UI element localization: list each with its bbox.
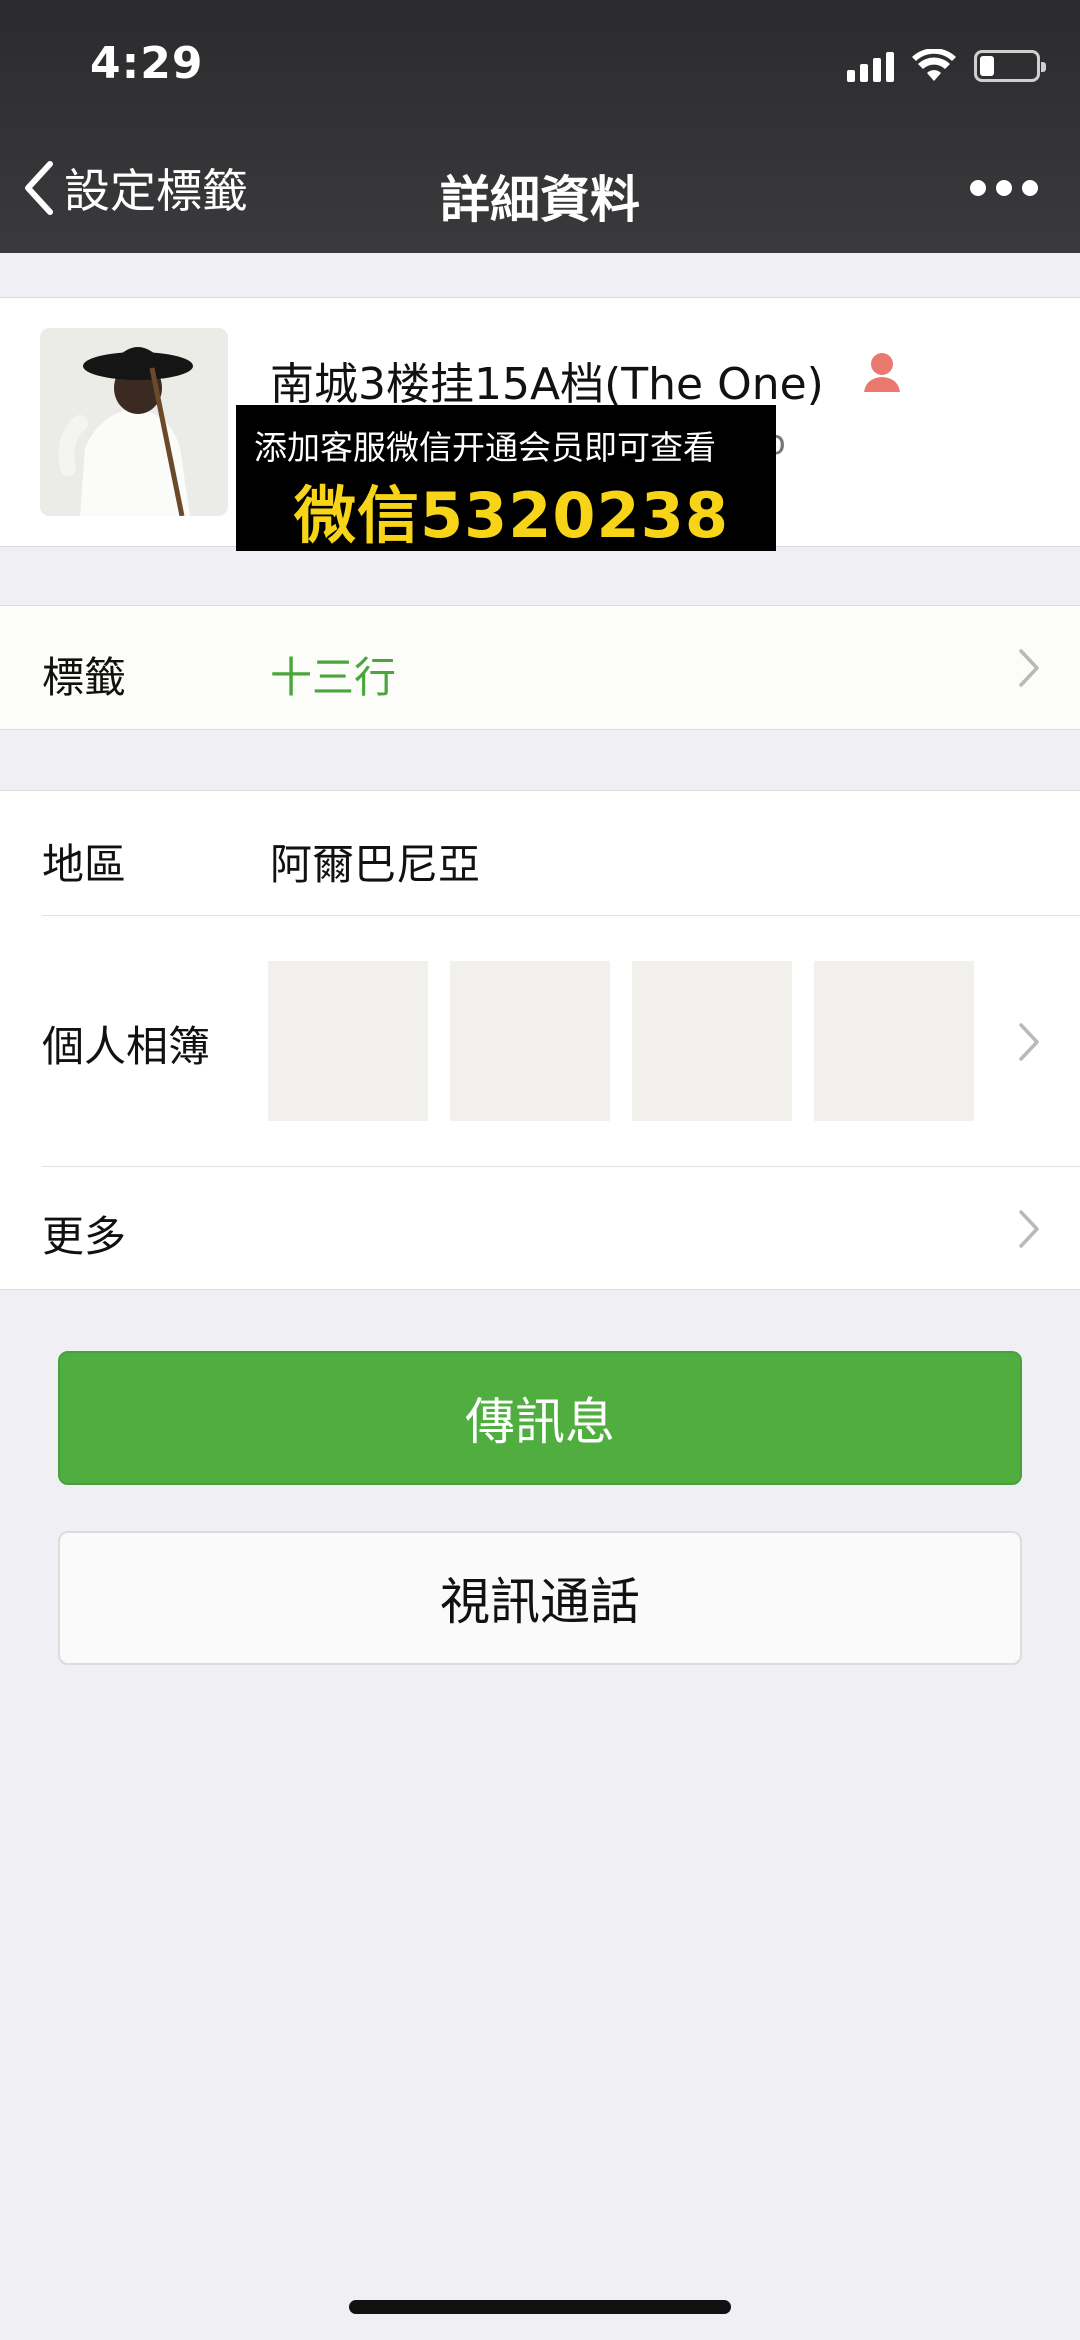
tags-value: 十三行 xyxy=(270,653,397,702)
page-title: 詳細資料 xyxy=(440,171,640,229)
album-thumbnail[interactable] xyxy=(268,961,428,1121)
region-label: 地區 xyxy=(42,840,127,889)
info-card: 地區 阿爾巴尼亞 個人相簿 更多 xyxy=(0,790,1080,1290)
cellular-signal-icon xyxy=(847,50,894,82)
chevron-right-icon xyxy=(1019,1210,1039,1248)
female-user-icon xyxy=(864,353,900,392)
wifi-icon xyxy=(912,49,956,81)
contact-detail-screen: 4:29 設定標籤 詳細資料 南城3楼挂15A档(The One) 添加客服微信… xyxy=(0,0,1080,2340)
avatar[interactable] xyxy=(40,328,228,516)
battery-icon xyxy=(974,50,1046,82)
top-bar: 4:29 設定標籤 詳細資料 xyxy=(0,0,1080,253)
chevron-right-icon xyxy=(1019,649,1039,687)
chevron-right-icon xyxy=(1019,1023,1039,1061)
promo-line-1: 添加客服微信开通会员即可查看 xyxy=(254,428,716,467)
album-label: 個人相簿 xyxy=(42,1022,211,1071)
avatar-image xyxy=(40,328,228,516)
home-indicator[interactable] xyxy=(349,2300,731,2314)
send-message-button[interactable]: 傳訊息 xyxy=(58,1351,1022,1485)
profile-name: 南城3楼挂15A档(The One) xyxy=(270,359,824,410)
album-thumbnail[interactable] xyxy=(450,961,610,1121)
status-time: 4:29 xyxy=(90,38,204,89)
divider xyxy=(42,915,1080,916)
video-call-button[interactable]: 視訊通話 xyxy=(58,1531,1022,1665)
more-icon[interactable] xyxy=(970,180,1038,196)
more-label: 更多 xyxy=(42,1212,127,1261)
album-thumbnail[interactable] xyxy=(632,961,792,1121)
album-thumbnail[interactable] xyxy=(814,961,974,1121)
promo-overlay: 添加客服微信开通会员即可查看 微信5320238 xyxy=(236,405,776,552)
tags-row[interactable]: 標籤 十三行 xyxy=(0,605,1080,730)
divider xyxy=(42,1166,1080,1167)
status-icons xyxy=(847,46,1046,86)
promo-line-2: 微信5320238 xyxy=(294,479,729,552)
tags-label: 標籤 xyxy=(42,653,127,702)
region-value: 阿爾巴尼亞 xyxy=(270,840,481,889)
